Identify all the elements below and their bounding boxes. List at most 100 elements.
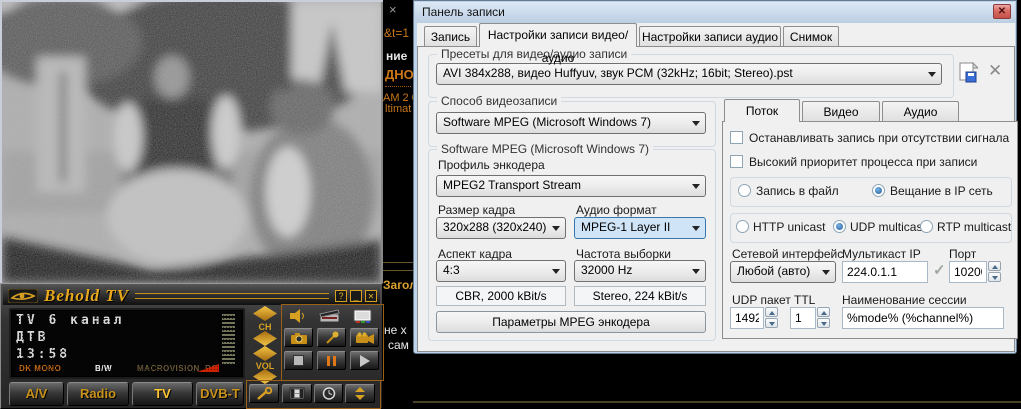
high-priority-checkbox[interactable]	[730, 155, 743, 168]
dialog-titlebar[interactable]: Панель записи	[415, 2, 1015, 23]
titlebar-gold-line	[135, 293, 329, 299]
tv-video-preview[interactable]	[0, 0, 383, 283]
background-text-fragment: Загол	[383, 278, 417, 292]
broadcast-ip-radio[interactable]	[872, 184, 885, 197]
http-unicast-label[interactable]: HTTP unicast	[753, 220, 825, 234]
port-field[interactable]	[949, 261, 987, 283]
desktop: × &t=1 ние ДНОС AM 2 0 ltimat Загол не х…	[0, 0, 1021, 409]
stream-tab-video[interactable]: Видео	[802, 101, 880, 122]
background-close-icon[interactable]: ×	[389, 2, 397, 17]
tv-help-button[interactable]: ?	[335, 290, 347, 302]
record-to-file-label[interactable]: Запись в файл	[756, 184, 839, 198]
udp-packet-label: UDP пакет	[732, 293, 791, 307]
pause-icon	[327, 356, 330, 366]
preset-combobox[interactable]: AVI 384x288, видео Huffyuv, звук PCM (32…	[436, 63, 942, 85]
broadcast-ip-label[interactable]: Вещание в IP сеть	[890, 184, 993, 198]
channel-down-button[interactable]	[253, 331, 277, 346]
frame-size-combobox[interactable]: 320x288 (320x240)	[436, 217, 566, 239]
stop-button[interactable]	[284, 351, 313, 370]
preset-value: AVI 384x288, видео Huffyuv, звук PCM (32…	[443, 66, 793, 80]
up-down-arrows-icon	[354, 387, 366, 400]
record-method-value: Software MPEG (Microsoft Windows 7)	[443, 115, 651, 129]
encoder-group-label: Software MPEG (Microsoft Windows 7)	[437, 142, 653, 156]
stream-tab-stream[interactable]: Поток	[724, 99, 800, 122]
aspect-combobox[interactable]: 4:3	[436, 260, 566, 282]
record-panel-dialog: Панель записи ✕ Запись Настройки записи …	[413, 0, 1017, 354]
video-record-button[interactable]	[350, 328, 379, 347]
signal-strength-icon	[197, 364, 219, 372]
recordings-button[interactable]	[282, 384, 312, 403]
samplerate-value: 32000 Hz	[581, 263, 632, 277]
pause-button[interactable]	[317, 351, 346, 370]
stream-tab-audio[interactable]: Аудио	[882, 101, 959, 122]
mpeg-params-button[interactable]: Параметры MPEG энкодера	[436, 311, 706, 333]
source-av-button[interactable]: A/V	[9, 382, 64, 406]
delete-preset-icon[interactable]: ✕	[988, 61, 1002, 81]
behold-logo-icon	[8, 289, 38, 303]
samplerate-combobox[interactable]: 32000 Hz	[574, 260, 706, 282]
interface-value: Любой (авто)	[737, 264, 810, 278]
volume-up-button[interactable]	[253, 346, 277, 361]
source-dvbt-button[interactable]: DVB-T	[196, 382, 244, 406]
more-button[interactable]	[345, 384, 375, 403]
speaker-icon[interactable]	[289, 309, 307, 323]
record-method-combobox[interactable]: Software MPEG (Microsoft Windows 7)	[436, 112, 706, 134]
audio-bitrate-button[interactable]: Stereo, 224 kBit/s	[574, 286, 706, 306]
udp-packet-field[interactable]	[730, 307, 764, 329]
settings-button[interactable]	[249, 384, 279, 403]
http-unicast-radio[interactable]	[736, 220, 749, 233]
lcd-level-meter	[222, 314, 235, 366]
background-text-fragment: &t=1	[384, 26, 409, 40]
record-to-file-radio[interactable]	[738, 184, 751, 197]
tab-audio-settings[interactable]: Настройки записи аудио	[639, 26, 781, 47]
ttl-field[interactable]	[790, 307, 816, 329]
session-name-field[interactable]	[842, 307, 1004, 329]
multicast-ip-field[interactable]	[842, 261, 928, 283]
background-divider	[383, 270, 413, 271]
channel-up-button[interactable]	[253, 306, 277, 321]
lcd-bw-indicator: B/W	[95, 364, 112, 373]
play-button[interactable]	[350, 351, 379, 370]
background-text-fragment: ние	[386, 49, 407, 63]
film-icon	[289, 387, 305, 400]
lcd-standard-indicator: DK MONO	[19, 364, 61, 373]
tab-snapshot[interactable]: Снимок	[783, 26, 839, 47]
high-priority-label[interactable]: Высокий приоритет процесса при записи	[749, 155, 977, 169]
tv-minimize-button[interactable]: _	[350, 290, 362, 302]
source-radio-button[interactable]: Radio	[67, 382, 129, 406]
video-bitrate-button[interactable]: CBR, 2000 kBit/s	[436, 286, 566, 306]
udp-packet-stepper[interactable]	[765, 307, 778, 329]
tab-record[interactable]: Запись	[424, 26, 477, 47]
tv-close-button[interactable]: ✕	[365, 290, 377, 302]
audio-record-button[interactable]	[317, 328, 346, 347]
ttl-label: TTL	[794, 293, 815, 307]
dialog-close-button[interactable]: ✕	[993, 4, 1011, 19]
tv-panel-titlebar[interactable]: Behold TV ? _ ✕	[3, 286, 380, 305]
audio-format-combobox[interactable]: MPEG-1 Layer II	[574, 217, 706, 239]
interface-combobox[interactable]: Любой (авто)	[730, 261, 836, 283]
port-stepper[interactable]	[988, 261, 1001, 283]
background-divider	[413, 401, 1021, 403]
wrench-icon	[255, 387, 273, 400]
scheduler-button[interactable]	[314, 384, 343, 403]
udp-multicast-label[interactable]: UDP multicast	[850, 220, 926, 234]
lcd-station-line: ДТВ	[16, 330, 48, 345]
camcorder-icon	[355, 332, 375, 344]
source-tv-button[interactable]: TV	[132, 382, 193, 406]
encoder-profile-value: MPEG2 Transport Stream	[443, 178, 581, 192]
stop-on-no-signal-label[interactable]: Останавливать запись при отсутствии сигн…	[749, 131, 1009, 145]
ttl-stepper[interactable]	[817, 307, 830, 329]
stop-on-no-signal-checkbox[interactable]	[730, 131, 743, 144]
camera-icon	[290, 332, 308, 344]
rtp-multicast-radio[interactable]	[920, 220, 933, 233]
apply-check-icon[interactable]: ✓	[933, 261, 946, 279]
tab-video-audio-settings[interactable]: Настройки записи видео/аудио	[479, 23, 637, 47]
display-icon[interactable]	[353, 309, 373, 324]
rtp-multicast-label[interactable]: RTP multicast	[937, 220, 1011, 234]
snapshot-button[interactable]	[284, 328, 313, 347]
udp-multicast-radio[interactable]	[833, 220, 846, 233]
audio-format-value: MPEG-1 Layer II	[581, 220, 670, 234]
save-preset-icon[interactable]	[958, 62, 978, 84]
clapperboard-icon[interactable]	[319, 308, 341, 323]
encoder-profile-combobox[interactable]: MPEG2 Transport Stream	[436, 175, 706, 197]
